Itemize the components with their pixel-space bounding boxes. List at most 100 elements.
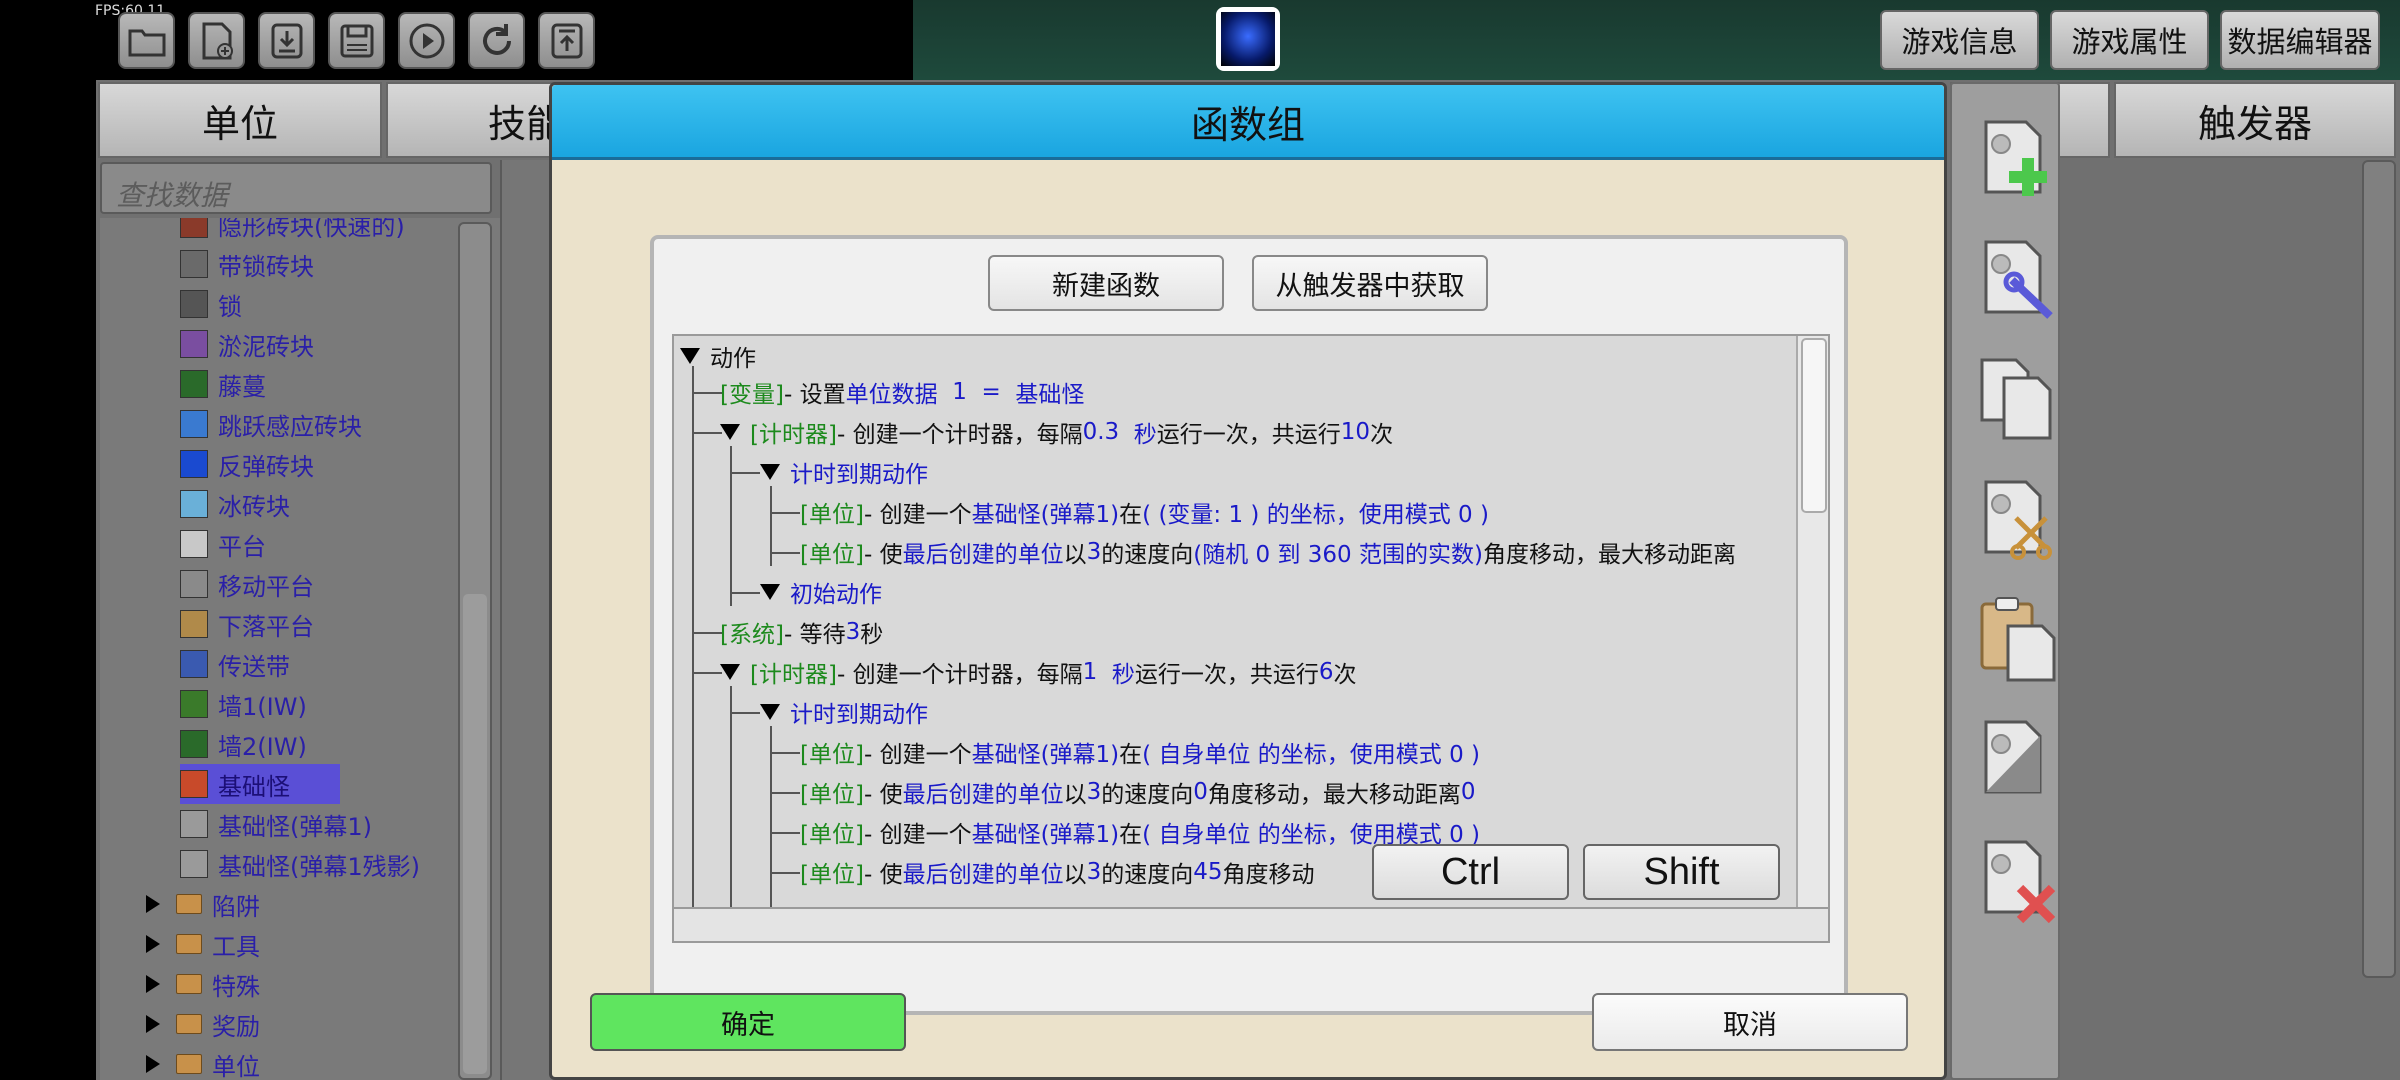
new-function-button[interactable]: 新建函数	[988, 255, 1224, 311]
tab-unit[interactable]: 单位	[98, 82, 382, 158]
code-horizontal-scrollbar[interactable]	[672, 907, 1830, 943]
tree-item[interactable]: 隐形砖块(快速的)	[180, 218, 405, 244]
tree-item[interactable]: 基础怪	[180, 764, 340, 804]
tree-item[interactable]: 锁	[180, 284, 242, 324]
collapse-arrow-icon[interactable]	[720, 664, 740, 680]
expand-arrow-icon[interactable]	[146, 1055, 160, 1073]
tree-item[interactable]: 墙1(IW)	[180, 684, 307, 724]
tree-item[interactable]: 下落平台	[180, 604, 314, 644]
search-input[interactable]: 查找数据	[100, 162, 492, 214]
code-line-move-unit-2[interactable]: [单位] - 使 最后创建的单位 以 3 的速度向 0 角度移动，最大移动距离 …	[800, 772, 1476, 812]
save-icon[interactable]	[328, 12, 385, 69]
action-code-tree[interactable]: 动作 [变量] - 设置 单位数据 1 = 基础怪 [计时器] - 创建一个计时…	[672, 334, 1830, 909]
tree-item-label: 墙1(IW)	[218, 692, 307, 721]
tree-folder[interactable]: 特殊	[146, 964, 260, 1004]
tree-folder[interactable]: 陷阱	[146, 884, 260, 924]
tree-item[interactable]: 平台	[180, 524, 266, 564]
tree-scrollbar[interactable]	[458, 222, 492, 1080]
code-line-create-unit-2[interactable]: [单位] - 创建一个 基础怪(弹幕1) 在 ( 自身单位 的坐标，使用模式 0…	[800, 732, 1480, 772]
code-root[interactable]: 动作	[680, 336, 756, 376]
play-icon[interactable]	[398, 12, 455, 69]
cancel-button[interactable]: 取消	[1592, 993, 1908, 1051]
tree-item-label: 基础怪(弹幕1残影)	[218, 852, 420, 881]
code-vertical-scrollbar-thumb[interactable]	[1801, 338, 1827, 513]
tile-icon	[180, 290, 208, 318]
game-props-button[interactable]: 游戏属性	[2050, 10, 2209, 70]
tree-item-label: 藤蔓	[218, 372, 266, 401]
data-tree: 隐形砖块(快速的) 带锁砖块锁淤泥砖块藤蔓跳跃感应砖块反弹砖块冰砖块 平台 移动平台下…	[100, 218, 500, 1080]
code-line-move-unit-1[interactable]: [单位] - 使 最后创建的单位 以 3 的速度向 (随机 0 到 360 范围…	[800, 532, 1736, 572]
cut-function-icon[interactable]	[1976, 474, 2060, 564]
tree-item-label: 反弹砖块	[218, 452, 314, 481]
game-thumbnail-icon[interactable]	[1216, 7, 1280, 71]
folder-icon	[176, 974, 202, 994]
function-panel: 新建函数 从触发器中获取 动作 [变量] - 设置 单位数据 1 = 基础怪 […	[650, 235, 1848, 1015]
tree-item[interactable]: 传送带	[180, 644, 290, 684]
download-icon[interactable]	[258, 12, 315, 69]
tree-item[interactable]: 藤蔓	[180, 364, 266, 404]
expand-arrow-icon[interactable]	[146, 895, 160, 913]
expand-arrow-icon[interactable]	[146, 1015, 160, 1033]
folder-icon	[176, 1054, 202, 1074]
upload-icon[interactable]	[538, 12, 595, 69]
tree-folder[interactable]: 工具	[146, 924, 260, 964]
tree-folder[interactable]: 单位	[146, 1044, 260, 1080]
delete-function-icon[interactable]	[1976, 834, 2060, 924]
game-info-button[interactable]: 游戏信息	[1880, 10, 2039, 70]
code-line-variable[interactable]: [变量] - 设置 单位数据 1 = 基础怪	[720, 372, 1084, 412]
tree-item[interactable]: 反弹砖块	[180, 444, 314, 484]
tree-item[interactable]: 冰砖块	[180, 484, 290, 524]
trigger-pane-scrollbar[interactable]	[2362, 160, 2396, 978]
tree-scrollbar-thumb[interactable]	[463, 594, 487, 1074]
tree-item[interactable]: 移动平台	[180, 564, 314, 604]
tile-icon	[180, 650, 208, 678]
ok-button[interactable]: 确定	[590, 993, 906, 1051]
expand-arrow-icon[interactable]	[146, 975, 160, 993]
expand-arrow-icon[interactable]	[146, 935, 160, 953]
tile-icon	[180, 690, 208, 718]
collapse-arrow-icon[interactable]	[760, 584, 780, 600]
tree-item[interactable]: 墙2(IW)	[180, 724, 307, 764]
code-line-expire-actions-1[interactable]: 计时到期动作	[760, 452, 928, 492]
tree-item[interactable]: 基础怪(弹幕1)	[180, 804, 372, 844]
tree-item[interactable]: 跳跃感应砖块	[180, 404, 362, 444]
tree-item-label: 隐形砖块(快速的)	[218, 218, 405, 241]
code-line-timer-1[interactable]: [计时器] - 创建一个计时器，每隔 0.3 秒 运行一次，共运行 10 次	[720, 412, 1393, 452]
tree-item[interactable]: 带锁砖块	[180, 244, 314, 284]
tree-item-label: 淤泥砖块	[218, 332, 314, 361]
folder-open-icon[interactable]	[118, 12, 175, 69]
collapse-arrow-icon[interactable]	[720, 424, 740, 440]
add-function-icon[interactable]	[1976, 114, 2060, 204]
refresh-icon[interactable]	[468, 12, 525, 69]
copy-function-icon[interactable]	[1976, 354, 2060, 444]
tab-trigger[interactable]: 触发器	[2114, 82, 2396, 158]
tile-icon	[180, 410, 208, 438]
new-file-icon[interactable]	[188, 12, 245, 69]
disable-function-icon[interactable]	[1976, 714, 2060, 804]
get-from-trigger-button[interactable]: 从触发器中获取	[1252, 255, 1488, 311]
collapse-arrow-icon[interactable]	[760, 464, 780, 480]
tree-folder-label: 工具	[212, 932, 260, 961]
tree-folder[interactable]: 奖励	[146, 1004, 260, 1044]
tree-item[interactable]: 淤泥砖块	[180, 324, 314, 364]
tree-item-label: 传送带	[218, 652, 290, 681]
collapse-arrow-icon[interactable]	[680, 348, 700, 364]
code-line-move-unit-3[interactable]: [单位] - 使 最后创建的单位 以 3 的速度向 45 角度移动	[800, 852, 1315, 892]
code-line-create-unit-1[interactable]: [单位] - 创建一个 基础怪(弹幕1) 在 ( (变量: 1 ) 的坐标，使用…	[800, 492, 1489, 532]
paste-function-icon[interactable]	[1976, 594, 2060, 684]
ctrl-key-button[interactable]: Ctrl	[1372, 844, 1569, 900]
collapse-arrow-icon[interactable]	[760, 704, 780, 720]
edit-function-icon[interactable]	[1976, 234, 2060, 324]
tree-folder-label: 单位	[212, 1052, 260, 1080]
code-line-timer-2[interactable]: [计时器] - 创建一个计时器，每隔 1 秒 运行一次，共运行 6 次	[720, 652, 1356, 692]
tile-icon	[180, 490, 208, 518]
tree-item-label: 带锁砖块	[218, 252, 314, 281]
code-line-initial-actions[interactable]: 初始动作	[760, 572, 882, 612]
shift-key-button[interactable]: Shift	[1583, 844, 1780, 900]
tree-item-label: 锁	[218, 292, 242, 321]
code-line-wait[interactable]: [系统] - 等待 3 秒	[720, 612, 883, 652]
code-line-expire-actions-2[interactable]: 计时到期动作	[760, 692, 928, 732]
tree-item[interactable]: 基础怪(弹幕1残影)	[180, 844, 420, 884]
code-vertical-scrollbar[interactable]	[1796, 336, 1828, 907]
data-editor-button[interactable]: 数据编辑器	[2220, 10, 2380, 70]
